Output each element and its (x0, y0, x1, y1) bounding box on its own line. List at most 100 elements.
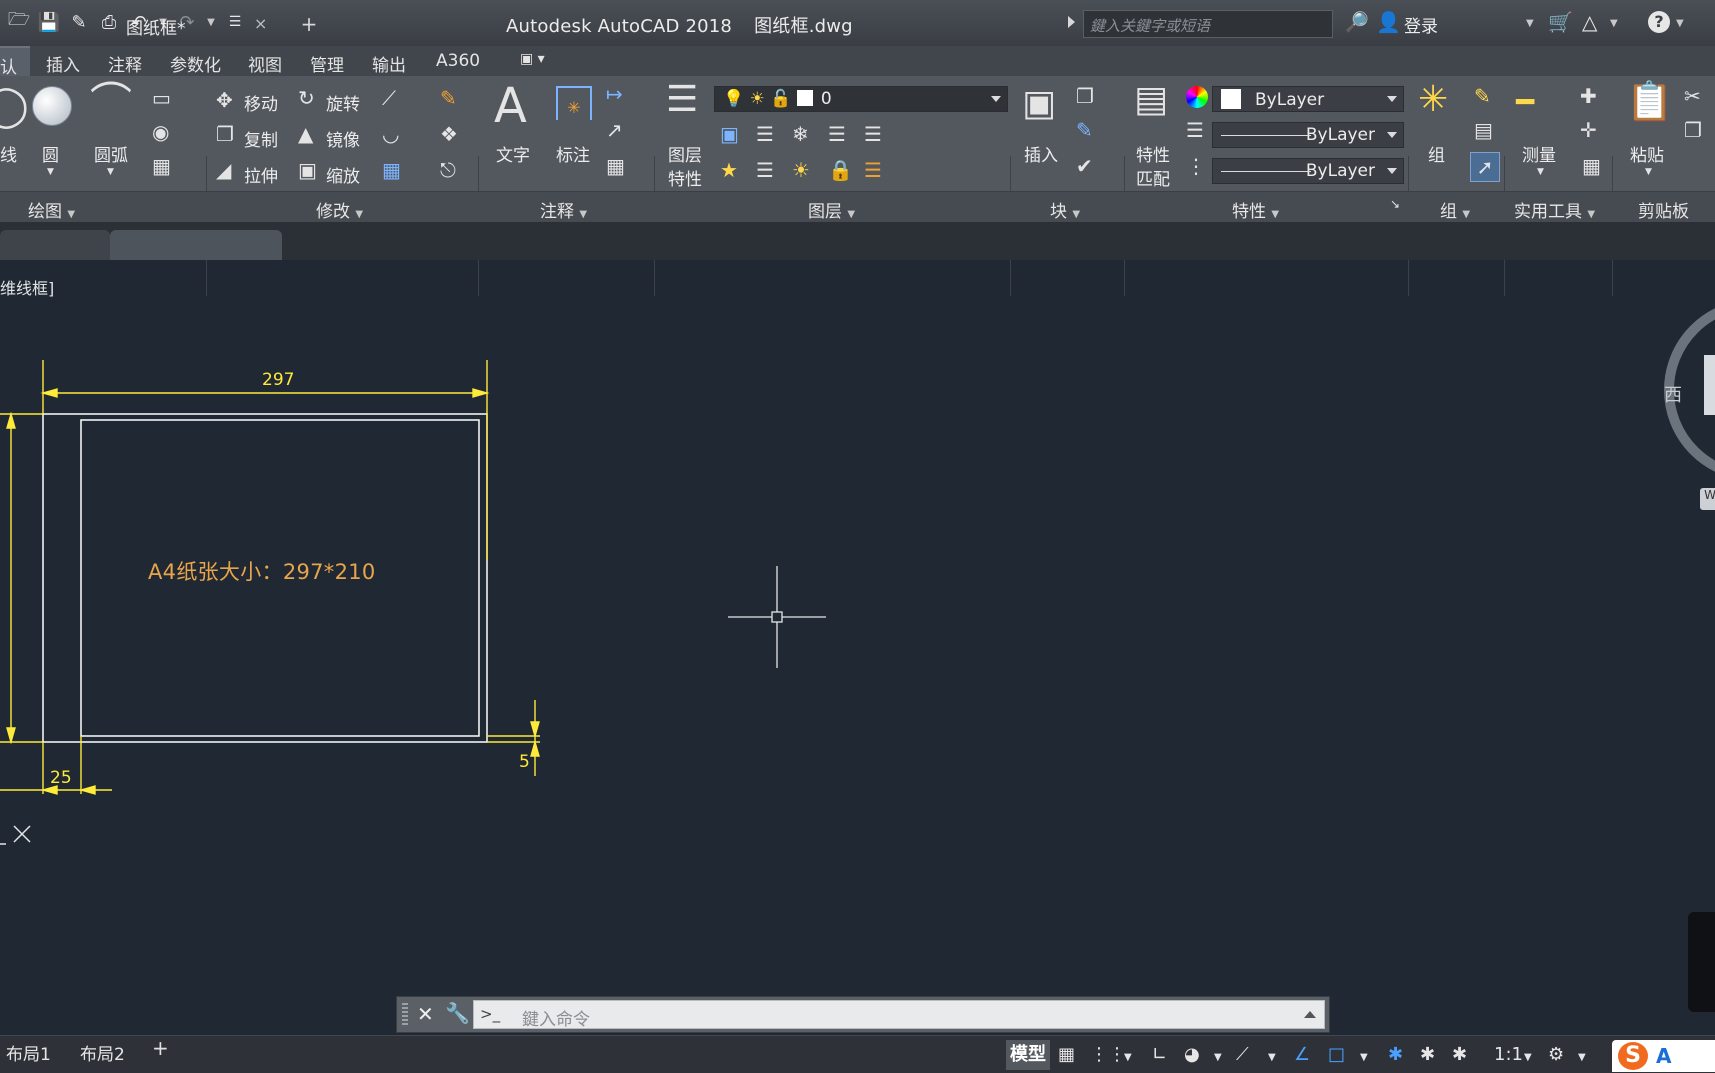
annotation-visibility-icon[interactable]: ✱ (1388, 1044, 1403, 1065)
measure-icon[interactable]: ━ (1516, 88, 1534, 118)
panel-clipboard-title[interactable]: 剪贴板 (1638, 197, 1689, 222)
dimension-icon[interactable]: ✳ (556, 86, 592, 120)
auto-scale-icon[interactable]: ✱ (1420, 1044, 1435, 1065)
customize-icon[interactable]: ☰ (222, 9, 248, 35)
lineweight-dropdown[interactable]: ByLayer (1212, 122, 1404, 148)
explode-icon[interactable]: ❖ (440, 124, 458, 144)
layer-tool-9-icon[interactable]: 🔒 (828, 160, 853, 180)
file-tab-label[interactable]: 图纸框* (126, 14, 186, 39)
viewcube-west-label[interactable]: 西 (1664, 381, 1682, 407)
polar-icon[interactable]: ◕ (1184, 1044, 1200, 1065)
group-select-icon[interactable]: ➚ (1470, 152, 1500, 182)
group-edit-icon[interactable]: ▤ (1474, 120, 1493, 140)
search-input[interactable]: 鍵入关鍵字或短语 (1083, 10, 1333, 38)
rotate-button[interactable]: 旋转 (326, 90, 360, 115)
redo-dropdown-icon[interactable]: ▼ (204, 9, 218, 35)
ime-toolbar[interactable]: S A (1612, 1040, 1715, 1072)
panel-block-title[interactable]: 块 ▼ (1050, 197, 1080, 222)
file-tab-start[interactable] (0, 230, 110, 260)
measure-dropdown-icon[interactable]: ▼ (1537, 168, 1544, 177)
layer-tool-4-icon[interactable]: ☰ (828, 124, 846, 144)
create-block-icon[interactable]: ❐ (1076, 86, 1094, 106)
rectangle-icon[interactable]: ▭ (152, 88, 171, 108)
panel-layers-title[interactable]: 图层 ▼ (808, 197, 855, 222)
saveas-icon[interactable]: ✎ (66, 9, 92, 35)
hatch-icon[interactable]: ◉ (152, 122, 169, 142)
print-icon[interactable]: ⎙ (96, 9, 122, 35)
layer-tool-10-icon[interactable]: ☰ (864, 160, 882, 180)
tab-insert[interactable]: 插入 (46, 51, 80, 76)
point-icon[interactable]: ✛ (1580, 120, 1597, 140)
id-point-icon[interactable]: ✚ (1580, 86, 1597, 106)
user-icon[interactable]: 👤 (1376, 10, 1401, 34)
navigation-bar[interactable] (1688, 912, 1715, 1012)
block-attribute-icon[interactable]: ✔ (1076, 156, 1093, 176)
object-snap-tracking-icon[interactable]: ∠ (1294, 1044, 1310, 1065)
polar-dropdown-icon[interactable]: ▼ (1214, 1052, 1222, 1063)
color-wheel-icon[interactable] (1186, 86, 1208, 108)
match-properties-icon[interactable]: ▤ (1134, 82, 1168, 118)
login-dropdown-icon[interactable]: ▼ (1526, 18, 1534, 29)
tab-manage[interactable]: 管理 (310, 51, 344, 76)
edit-block-icon[interactable]: ✎ (1076, 120, 1093, 140)
linetype-dropdown[interactable]: ByLayer (1212, 158, 1404, 184)
offset-icon[interactable]: ⎋ (440, 160, 456, 180)
command-prompt-icon[interactable]: >_ (480, 1005, 500, 1023)
layer-tool-1-icon[interactable]: ▣ (720, 124, 739, 144)
move-icon[interactable]: ✥ (216, 90, 233, 110)
tab-output[interactable]: 输出 (372, 51, 406, 76)
fillet-icon[interactable]: ◡ (382, 124, 399, 144)
ortho-icon[interactable]: ∟ (1152, 1044, 1167, 1065)
wrench-icon[interactable]: 🔧 (445, 1001, 470, 1025)
close-icon[interactable]: × (254, 14, 267, 33)
arc-dropdown-icon[interactable]: ▼ (107, 168, 114, 177)
trim-icon[interactable]: ⟋ (382, 88, 396, 108)
cart-icon[interactable]: 🛒 (1548, 10, 1573, 34)
circle-dropdown-icon[interactable]: ▼ (47, 168, 54, 177)
move-button[interactable]: 移动 (244, 90, 278, 115)
layer-tool-7-icon[interactable]: ☰ (756, 160, 774, 180)
exchange-dropdown-icon[interactable]: ▼ (1610, 18, 1618, 29)
ribbon-options-icon[interactable]: ▣ ▾ (520, 51, 545, 67)
array-icon[interactable]: ▦ (382, 160, 401, 180)
search-expand-icon[interactable] (1068, 16, 1075, 28)
calculator-icon[interactable]: ▦ (1582, 156, 1601, 176)
leader-icon[interactable]: ↗ (606, 120, 623, 140)
mirror-button[interactable]: 镜像 (326, 126, 360, 151)
isodraft-icon[interactable]: ⟋ (1236, 1044, 1249, 1065)
workspace-dropdown-icon[interactable]: ▼ (1578, 1052, 1586, 1063)
save-icon[interactable]: 💾 (36, 9, 62, 35)
snap-dropdown-icon[interactable]: ▼ (1124, 1052, 1132, 1063)
scale-button[interactable]: 缩放 (326, 162, 360, 187)
wcs-menu[interactable]: W (1700, 488, 1715, 510)
help-dropdown-icon[interactable]: ▼ (1676, 18, 1684, 29)
ungroup-icon[interactable]: ✎ (1474, 86, 1491, 106)
model-space-button[interactable]: 模型 (1006, 1040, 1050, 1070)
panel-utilities-title[interactable]: 实用工具 ▼ (1514, 197, 1595, 222)
boundary-icon[interactable]: ▦ (152, 156, 171, 176)
command-line-grip[interactable] (402, 1003, 408, 1027)
scale-icon[interactable]: ▣ (298, 160, 317, 180)
layer-properties-icon[interactable]: ☰ (666, 82, 698, 118)
stretch-button[interactable]: 拉伸 (244, 162, 278, 187)
workspace-gear-icon[interactable]: ⚙ (1548, 1044, 1564, 1065)
tab-parametric[interactable]: 参数化 (170, 51, 221, 76)
panel-groups-title[interactable]: 组 ▼ (1440, 197, 1470, 222)
copy-clip-icon[interactable]: ❐ (1684, 120, 1702, 140)
help-icon[interactable]: ? (1648, 11, 1670, 33)
command-input[interactable]: >_ 鍵入命令 (473, 1000, 1325, 1030)
cut-icon[interactable]: ✂ (1684, 86, 1701, 106)
layer-tool-2-icon[interactable]: ☰ (756, 124, 774, 144)
erase-icon[interactable]: ✎ (440, 88, 457, 108)
open-icon[interactable]: 🗁 (6, 9, 32, 35)
linetype-icon[interactable]: ⋮ (1186, 156, 1206, 176)
text-icon[interactable]: A (494, 82, 527, 130)
tab-a360[interactable]: A360 (436, 51, 480, 71)
object-snap-dropdown-icon[interactable]: ▼ (1360, 1052, 1368, 1063)
polyline-icon[interactable]: ◯ (0, 86, 29, 126)
autodesk-icon[interactable]: △ (1582, 10, 1597, 34)
mirror-icon[interactable]: ▲ (298, 124, 313, 144)
layer-dropdown[interactable]: 💡 ☀ 🔓 0 (714, 86, 1008, 112)
tab-home[interactable]: 认 (0, 46, 30, 78)
drawing-canvas[interactable] (0, 260, 1715, 1000)
